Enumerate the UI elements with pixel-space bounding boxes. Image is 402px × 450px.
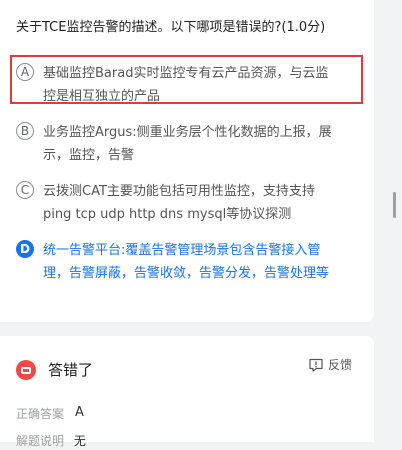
explanation-value: 无 <box>73 434 86 448</box>
option-d-line1: 统一告警平台:覆盖告警管理场景包含告警接入管 <box>43 243 321 258</box>
option-d-line2: 理，告警屏蔽，告警收敛，告警分发，告警处理等 <box>43 266 330 281</box>
feedback-button[interactable]: 反馈 <box>308 356 352 373</box>
option-b-line1: 业务监控Argus:侧重业务层个性化数据的上报，展 <box>43 125 332 140</box>
scrollbar-thumb[interactable] <box>393 192 396 218</box>
option-c-line2: ping tcp udp http dns mysql等协议探测 <box>43 207 292 222</box>
result-title: 答错了 <box>48 361 94 379</box>
option-a-line2: 控是相互独立的产品 <box>43 89 161 104</box>
option-b[interactable]: B 业务监控Argus:侧重业务层个性化数据的上报，展 示，监控，告警 <box>16 121 356 167</box>
option-c-marker: C <box>16 181 34 199</box>
option-c-line1: 云拨测CAT主要功能包括可用性监控，支持支持 <box>43 184 315 199</box>
option-a-line1: 基础监控Barad实时监控专有云产品资源，与云监 <box>43 66 329 81</box>
option-b-marker: B <box>16 122 34 140</box>
feedback-icon <box>309 358 323 372</box>
result-card <box>0 336 374 442</box>
option-a-text: 基础监控Barad实时监控专有云产品资源，与云监 控是相互独立的产品 <box>43 62 353 108</box>
option-b-text: 业务监控Argus:侧重业务层个性化数据的上报，展 示，监控，告警 <box>43 121 353 167</box>
option-b-line2: 示，监控，告警 <box>43 148 135 163</box>
option-d[interactable]: D 统一告警平台:覆盖告警管理场景包含告警接入管 理，告警屏蔽，告警收敛，告警分… <box>16 239 356 285</box>
feedback-label: 反馈 <box>328 358 353 372</box>
option-c-text: 云拨测CAT主要功能包括可用性监控，支持支持 ping tcp udp http… <box>43 180 353 226</box>
correct-answer-label: 正确答案 <box>16 407 65 421</box>
option-a[interactable]: A 基础监控Barad实时监控专有云产品资源，与云监 控是相互独立的产品 <box>16 62 356 108</box>
option-d-marker: D <box>16 240 34 258</box>
explanation-label: 解题说明 <box>16 434 65 448</box>
wrong-answer-icon <box>16 360 36 380</box>
question-text: 关于TCE监控告警的描述。以下哪项是错误的?(1.0分) <box>16 20 326 35</box>
correct-answer-value: A <box>75 405 84 420</box>
explanation-row: 解题说明 无 <box>16 432 86 450</box>
option-a-marker: A <box>16 63 34 81</box>
option-d-text: 统一告警平台:覆盖告警管理场景包含告警接入管 理，告警屏蔽，告警收敛，告警分发，… <box>43 239 353 285</box>
option-c[interactable]: C 云拨测CAT主要功能包括可用性监控，支持支持 ping tcp udp ht… <box>16 180 356 226</box>
